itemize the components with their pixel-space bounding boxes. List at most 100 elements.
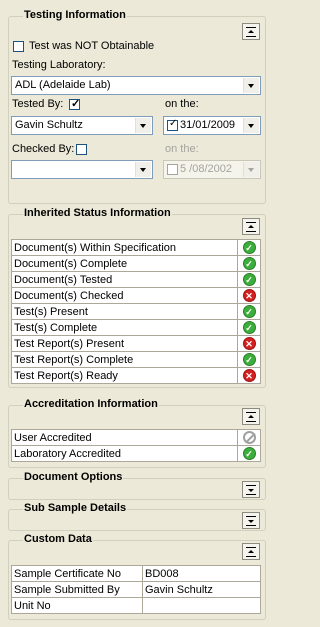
status-cell: ✕	[237, 287, 261, 304]
expand-sub-sample-button[interactable]	[242, 512, 260, 529]
custom-data-group: Custom Data Sample Certificate No BD008 Sa…	[8, 533, 266, 620]
inherited-status-group: Inherited Status Information Document(s)…	[8, 207, 266, 388]
collapse-testing-button[interactable]	[242, 23, 260, 40]
custom-data-label: Unit No	[11, 597, 143, 614]
testing-information-group: Testing Information Test was NOT Obtaina…	[8, 9, 266, 204]
inherited-status-table: Document(s) Within Specification ✓ Documen…	[11, 239, 261, 384]
status-row: User Accredited	[11, 429, 261, 446]
status-cell: ✕	[237, 335, 261, 352]
checked-by-label: Checked By:	[12, 143, 75, 155]
not-applicable-icon	[242, 431, 256, 444]
status-cell: ✓	[237, 271, 261, 288]
collapse-up-icon	[248, 415, 254, 418]
chevron-down-icon	[243, 118, 259, 133]
status-cell	[237, 429, 261, 446]
document-options-title: Document Options	[23, 471, 124, 483]
status-label: Document(s) Checked	[11, 287, 238, 304]
testing-laboratory-value: ADL (Adelaide Lab)	[15, 79, 111, 91]
fail-cross-icon: ✕	[242, 369, 256, 382]
pass-check-icon: ✓	[242, 447, 256, 460]
status-row: Document(s) Checked ✕	[11, 287, 261, 304]
expand-down-icon	[248, 520, 254, 523]
pass-check-icon: ✓	[242, 241, 256, 254]
chevron-down-icon	[243, 162, 259, 177]
collapse-up-icon	[248, 550, 254, 553]
status-row: Test(s) Present ✓	[11, 303, 261, 320]
status-label: Document(s) Tested	[11, 271, 238, 288]
status-label: Test Report(s) Present	[11, 335, 238, 352]
status-row: Test(s) Complete ✓	[11, 319, 261, 336]
custom-data-value[interactable]: Gavin Schultz	[142, 581, 261, 598]
tested-by-label: Tested By:	[12, 98, 64, 110]
expand-down-icon	[248, 489, 254, 492]
custom-data-value[interactable]: BD008	[142, 565, 261, 582]
checked-by-select[interactable]	[11, 160, 153, 179]
chevron-down-icon	[135, 162, 151, 177]
fail-cross-icon: ✕	[242, 337, 256, 350]
status-row: Document(s) Tested ✓	[11, 271, 261, 288]
accreditation-group: Accreditation Information User Accredite…	[8, 398, 266, 468]
status-cell: ✓	[237, 303, 261, 320]
status-cell: ✓	[237, 319, 261, 336]
custom-data-table: Sample Certificate No BD008 Sample Submitt…	[11, 565, 261, 614]
custom-data-title: Custom Data	[23, 533, 93, 545]
check-icon: ✓	[71, 98, 81, 110]
tested-on-label: on the:	[165, 98, 199, 110]
sub-sample-title: Sub Sample Details	[23, 502, 128, 514]
pass-check-icon: ✓	[242, 273, 256, 286]
pass-check-icon: ✓	[242, 321, 256, 334]
status-cell: ✓	[237, 351, 261, 368]
tested-date-checkbox[interactable]: ✓	[167, 118, 178, 131]
collapse-custom-data-button[interactable]	[242, 543, 260, 560]
collapse-inherited-button[interactable]	[242, 218, 260, 235]
status-label: User Accredited	[11, 429, 238, 446]
chevron-down-icon	[135, 118, 151, 133]
expand-document-options-button[interactable]	[242, 481, 260, 498]
status-label: Test(s) Present	[11, 303, 238, 320]
checked-on-label: on the:	[165, 143, 199, 155]
collapse-up-icon	[248, 30, 254, 33]
status-label: Document(s) Complete	[11, 255, 238, 272]
not-obtainable-label: Test was NOT Obtainable	[29, 40, 155, 52]
custom-data-value[interactable]	[142, 597, 261, 614]
tested-date-picker[interactable]: ✓ 31/01/2009	[163, 116, 261, 135]
custom-data-row: Unit No	[11, 597, 261, 614]
inherited-status-title: Inherited Status Information	[23, 207, 172, 219]
document-options-group: Document Options	[8, 471, 266, 500]
status-row: Test Report(s) Present ✕	[11, 335, 261, 352]
chevron-down-icon	[243, 78, 259, 93]
testing-laboratory-select[interactable]: ADL (Adelaide Lab)	[11, 76, 261, 95]
custom-data-label: Sample Certificate No	[11, 565, 143, 582]
pass-check-icon: ✓	[242, 353, 256, 366]
accreditation-table: User Accredited Laboratory Accredited ✓	[11, 429, 261, 462]
checked-date-picker: 5 /08/2002	[163, 160, 261, 179]
status-row: Laboratory Accredited ✓	[11, 445, 261, 462]
check-icon: ✓	[169, 118, 178, 129]
checked-by-checkbox[interactable]	[76, 144, 87, 155]
status-row: Test Report(s) Complete ✓	[11, 351, 261, 368]
status-label: Test(s) Complete	[11, 319, 238, 336]
tested-by-checkbox[interactable]: ✓	[69, 98, 81, 110]
status-label: Laboratory Accredited	[11, 445, 238, 462]
status-label: Test Report(s) Complete	[11, 351, 238, 368]
checked-date-value: 5 /08/2002	[180, 163, 232, 175]
pass-check-icon: ✓	[242, 305, 256, 318]
pass-check-icon: ✓	[242, 257, 256, 270]
status-label: Document(s) Within Specification	[11, 239, 238, 256]
status-cell: ✕	[237, 367, 261, 384]
fail-cross-icon: ✕	[242, 289, 256, 302]
tested-by-select[interactable]: Gavin Schultz	[11, 116, 153, 135]
custom-data-row: Sample Submitted By Gavin Schultz	[11, 581, 261, 598]
accreditation-title: Accreditation Information	[23, 398, 159, 410]
testing-laboratory-label: Testing Laboratory:	[12, 59, 106, 71]
collapse-accreditation-button[interactable]	[242, 408, 260, 425]
status-label: Test Report(s) Ready	[11, 367, 238, 384]
status-cell: ✓	[237, 255, 261, 272]
not-obtainable-checkbox[interactable]	[13, 41, 24, 52]
custom-data-label: Sample Submitted By	[11, 581, 143, 598]
status-row: Document(s) Within Specification ✓	[11, 239, 261, 256]
status-row: Test Report(s) Ready ✕	[11, 367, 261, 384]
collapse-up-icon	[248, 225, 254, 228]
tested-by-value: Gavin Schultz	[15, 119, 83, 131]
sub-sample-group: Sub Sample Details	[8, 502, 266, 531]
